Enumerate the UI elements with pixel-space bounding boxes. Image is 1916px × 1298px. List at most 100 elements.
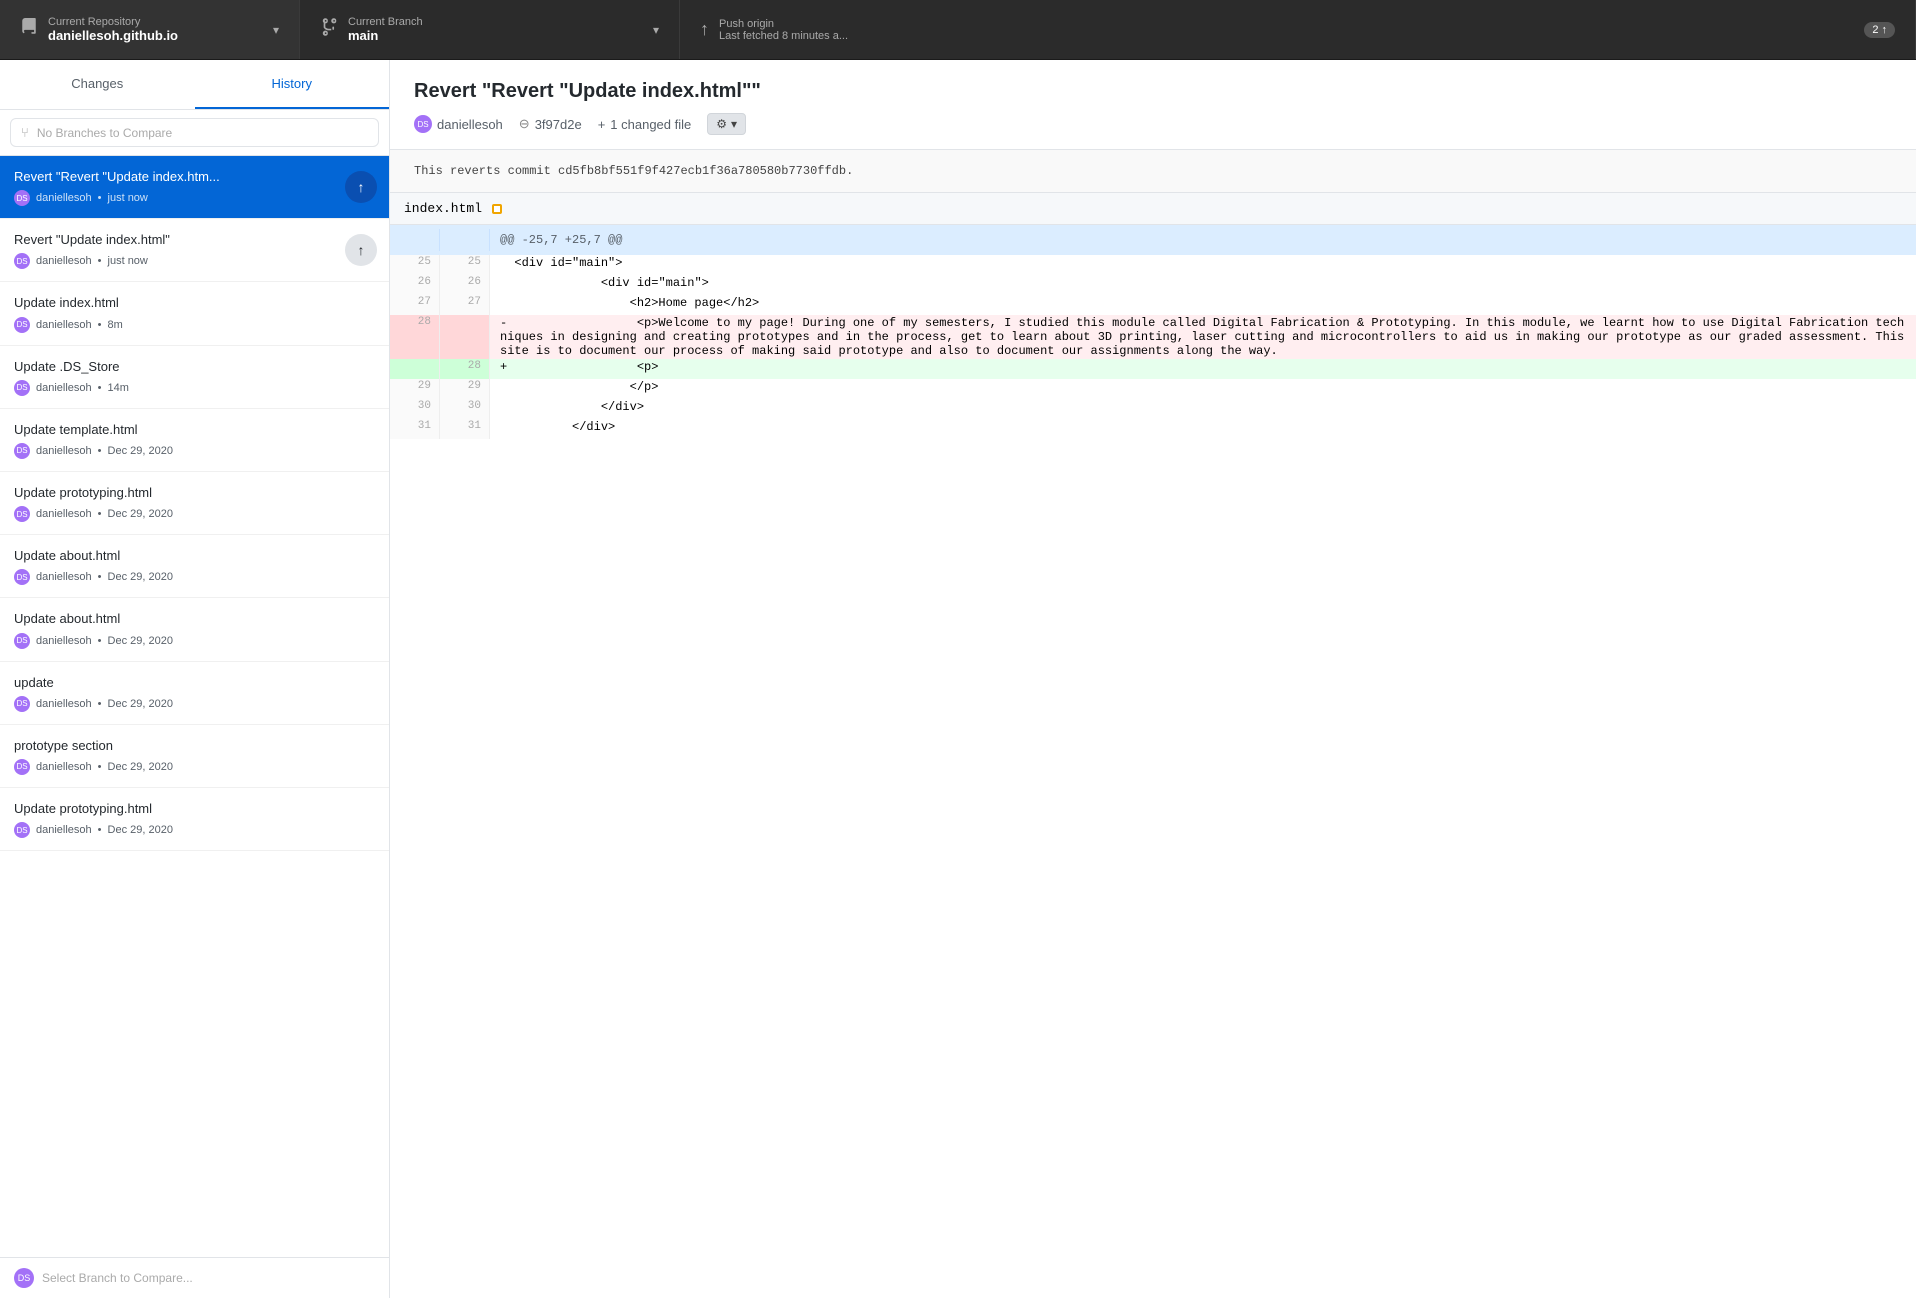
repo-section[interactable]: Current Repository daniellesoh.github.io… [0,0,300,59]
commit-separator: • [98,761,102,773]
commit-meta: DS daniellesoh • 14m [14,380,375,396]
commit-meta: DS daniellesoh • Dec 29, 2020 [14,633,375,649]
commit-meta: DS daniellesoh • Dec 29, 2020 [14,569,375,585]
commit-author: daniellesoh [36,319,92,331]
sidebar-bottom[interactable]: DS Select Branch to Compare... [0,1257,389,1298]
commit-time: just now [108,192,148,204]
push-icon: ↑ [700,19,709,40]
diff-line: 30 30 </div> [390,399,1916,419]
commit-separator: • [98,571,102,583]
branch-name: main [348,28,643,43]
branch-section[interactable]: Current Branch main ▾ [300,0,680,59]
commit-time: 14m [108,382,129,394]
push-text: Push origin Last fetched 8 minutes a... [719,18,1854,42]
commit-item[interactable]: Update index.html DS daniellesoh • 8m [0,282,389,345]
branch-text: Current Branch main [348,16,643,43]
line-content: </p> [490,379,1916,399]
gear-chevron-icon: ▾ [731,117,737,131]
commit-title: Update about.html [14,610,375,628]
avatar: DS [14,822,30,838]
commit-item[interactable]: Update about.html DS daniellesoh • Dec 2… [0,535,389,598]
line-num-old: 25 [390,255,440,275]
line-num-new: 31 [440,419,490,439]
commit-meta: DS daniellesoh • Dec 29, 2020 [14,506,375,522]
diff-file-header: index.html [390,193,1916,225]
commit-item[interactable]: update DS daniellesoh • Dec 29, 2020 [0,662,389,725]
hash-icon: ⊖ [519,116,530,132]
diff-line: 25 25 <div id="main"> [390,255,1916,275]
commit-item[interactable]: prototype section DS daniellesoh • Dec 2… [0,725,389,788]
push-button[interactable]: ↑ [345,234,377,266]
repo-text: Current Repository daniellesoh.github.io [48,16,263,43]
commit-author: daniellesoh [36,382,92,394]
author-name: daniellesoh [437,117,503,132]
commit-author: daniellesoh [36,824,92,836]
commit-list: Revert "Revert "Update index.htm... DS d… [0,156,389,1257]
push-sub: Last fetched 8 minutes a... [719,30,1854,42]
tab-history[interactable]: History [195,60,390,109]
push-count: 2 [1872,24,1878,36]
diff-line: 26 26 <div id="main"> [390,275,1916,295]
commit-meta: DS daniellesoh • Dec 29, 2020 [14,443,375,459]
gear-button[interactable]: ⚙ ▾ [707,113,746,135]
diff-line: 31 31 </div> [390,419,1916,439]
commit-meta: DS daniellesoh • 8m [14,317,375,333]
line-num-new: 30 [440,399,490,419]
diff-line: 27 27 <h2>Home page</h2> [390,295,1916,315]
tab-changes[interactable]: Changes [0,60,195,109]
main-layout: Changes History ⑂ No Branches to Compare… [0,60,1916,1298]
commit-item[interactable]: Revert "Revert "Update index.htm... DS d… [0,156,389,219]
branch-icon [320,18,338,41]
line-num-old: 30 [390,399,440,419]
author-avatar: DS [414,115,432,133]
changed-files-count: 1 changed file [610,117,691,132]
line-num-new: 25 [440,255,490,275]
commit-separator: • [98,635,102,647]
branch-label: Current Branch [348,16,643,28]
commit-time: Dec 29, 2020 [108,698,173,710]
avatar: DS [14,317,30,333]
line-num-old: 26 [390,275,440,295]
push-section[interactable]: ↑ Push origin Last fetched 8 minutes a..… [680,0,1916,59]
commit-separator: • [98,698,102,710]
push-button[interactable]: ↑ [345,171,377,203]
commit-separator: • [98,319,102,331]
commit-title: Update template.html [14,421,375,439]
commit-item[interactable]: Update .DS_Store DS daniellesoh • 14m [0,346,389,409]
diff-line-added: 28 + <p> [390,359,1916,379]
select-branch-label: Select Branch to Compare... [42,1271,193,1285]
commit-title: Update .DS_Store [14,358,375,376]
commit-item[interactable]: Update prototyping.html DS daniellesoh •… [0,788,389,851]
commit-time: just now [108,255,148,267]
line-num-old: 29 [390,379,440,399]
commit-meta: DS daniellesoh • Dec 29, 2020 [14,696,375,712]
branch-compare-input[interactable]: ⑂ No Branches to Compare [10,118,379,147]
commit-title: Update about.html [14,547,375,565]
commit-item[interactable]: Update about.html DS daniellesoh • Dec 2… [0,598,389,661]
line-content: + <p> [490,359,1916,379]
avatar: DS [14,253,30,269]
commit-title: Update prototyping.html [14,800,375,818]
line-num-old: 28 [390,315,440,359]
commit-separator: • [98,445,102,457]
commit-separator: • [98,382,102,394]
line-content: <div id="main"> [490,275,1916,295]
avatar: DS [14,443,30,459]
commit-header-title: Revert "Revert "Update index.html"" [414,80,1892,103]
commit-time: Dec 29, 2020 [108,508,173,520]
push-badge-arrow: ↑ [1882,24,1888,36]
line-content: </div> [490,419,1916,439]
line-num-new: 28 [440,359,490,379]
commit-item[interactable]: Revert "Update index.html" DS danielleso… [0,219,389,282]
commit-title: Update index.html [14,294,375,312]
commit-meta: DS daniellesoh • Dec 29, 2020 [14,822,375,838]
avatar: DS [14,380,30,396]
diff-area: index.html @@ -25,7 +25,7 @@ 25 25 <div … [390,193,1916,1298]
commit-item[interactable]: Update prototyping.html DS daniellesoh •… [0,472,389,535]
commit-time: Dec 29, 2020 [108,824,173,836]
gear-icon: ⚙ [716,117,727,131]
diff-line-removed: 28 - <p>Welcome to my page! During one o… [390,315,1916,359]
commit-item[interactable]: Update template.html DS daniellesoh • De… [0,409,389,472]
avatar: DS [14,759,30,775]
avatar-bottom: DS [14,1268,34,1288]
